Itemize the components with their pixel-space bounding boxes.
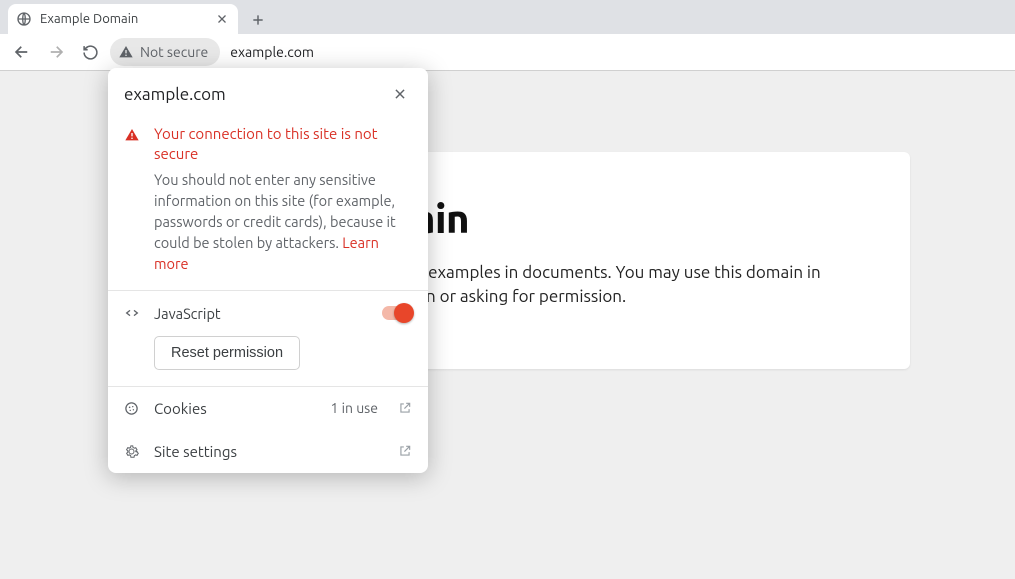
reload-button[interactable] [76,38,104,66]
popup-warn-title: Your connection to this site is not secu… [154,124,412,165]
cookies-meta: 1 in use [330,400,378,416]
page-viewport: Example Domain This domain is for use in… [0,71,1015,579]
gear-icon [124,444,142,459]
url-text: example.com [230,44,314,60]
new-tab-button[interactable] [244,6,272,34]
security-chip[interactable]: Not secure [110,38,220,66]
open-external-icon [398,401,412,415]
tab-close-icon[interactable] [214,11,230,27]
tab-title: Example Domain [40,12,138,26]
javascript-toggle[interactable] [382,306,412,320]
address-bar[interactable]: Not secure example.com [110,38,1007,66]
warning-triangle-icon [118,44,134,60]
popup-javascript-section: JavaScript Reset permission [108,291,428,387]
browser-tab[interactable]: Example Domain [8,4,238,34]
javascript-label: JavaScript [154,305,370,322]
reset-permission-button[interactable]: Reset permission [154,336,300,370]
site-settings-label: Site settings [154,443,386,460]
tab-strip: Example Domain [0,0,1015,34]
forward-button[interactable] [42,38,70,66]
popup-site-name: example.com [124,85,226,104]
code-icon [124,305,142,321]
popup-security-text: Your connection to this site is not secu… [154,124,412,274]
site-settings-row[interactable]: Site settings [108,430,428,473]
back-button[interactable] [8,38,36,66]
cookie-icon [124,401,142,416]
globe-icon [16,11,32,27]
open-external-icon [398,444,412,458]
security-chip-label: Not secure [140,44,208,60]
cookies-label: Cookies [154,400,318,417]
cookies-row[interactable]: Cookies 1 in use [108,387,428,430]
popup-warn-body: You should not enter any sensitive infor… [154,169,412,274]
popup-close-button[interactable] [388,82,412,106]
warning-triangle-icon [124,127,142,274]
popup-header: example.com [108,68,428,116]
popup-security-section: Your connection to this site is not secu… [108,116,428,291]
site-info-popup: example.com Your connection to this site… [108,68,428,473]
browser-toolbar: Not secure example.com [0,34,1015,71]
